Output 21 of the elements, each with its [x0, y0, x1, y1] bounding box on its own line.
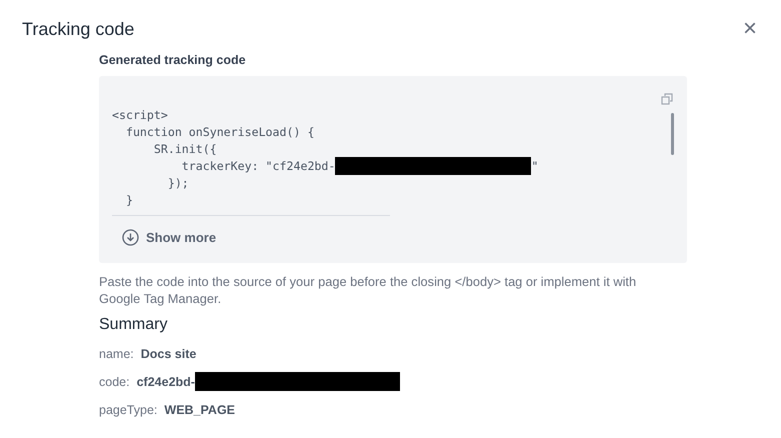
summary-value: Docs site [140, 346, 196, 360]
copy-icon[interactable] [661, 93, 673, 105]
summary-label: pageType: [99, 402, 158, 416]
summary-value: WEB_PAGE [164, 402, 236, 416]
code-line: trackerKey: "cf24e2bd- " [180, 157, 538, 176]
summary-heading: Summary [99, 316, 168, 334]
summary-label: name: [99, 346, 134, 360]
code-line: }); [166, 175, 189, 192]
section-heading: Generated tracking code [99, 53, 247, 67]
instructions-text: Paste the code into the source of your page before the closing </body> tag or implement it with Google Tag Manager. [99, 273, 638, 307]
summary-label: code: [99, 374, 130, 388]
code-line: function onSyneriseLoad() { [124, 124, 314, 141]
code-line: } [124, 192, 133, 209]
arrow-down-circle-icon [122, 228, 139, 246]
dialog-title: Tracking code [22, 19, 134, 40]
code-line: <script> [112, 107, 168, 124]
code-line: SR.init({ [152, 140, 217, 158]
summary-value: cf24e2bd- [136, 374, 195, 388]
scrollbar[interactable] [671, 113, 674, 155]
close-button[interactable]: × [742, 17, 757, 41]
show-more-button[interactable]: Show more [122, 228, 216, 246]
